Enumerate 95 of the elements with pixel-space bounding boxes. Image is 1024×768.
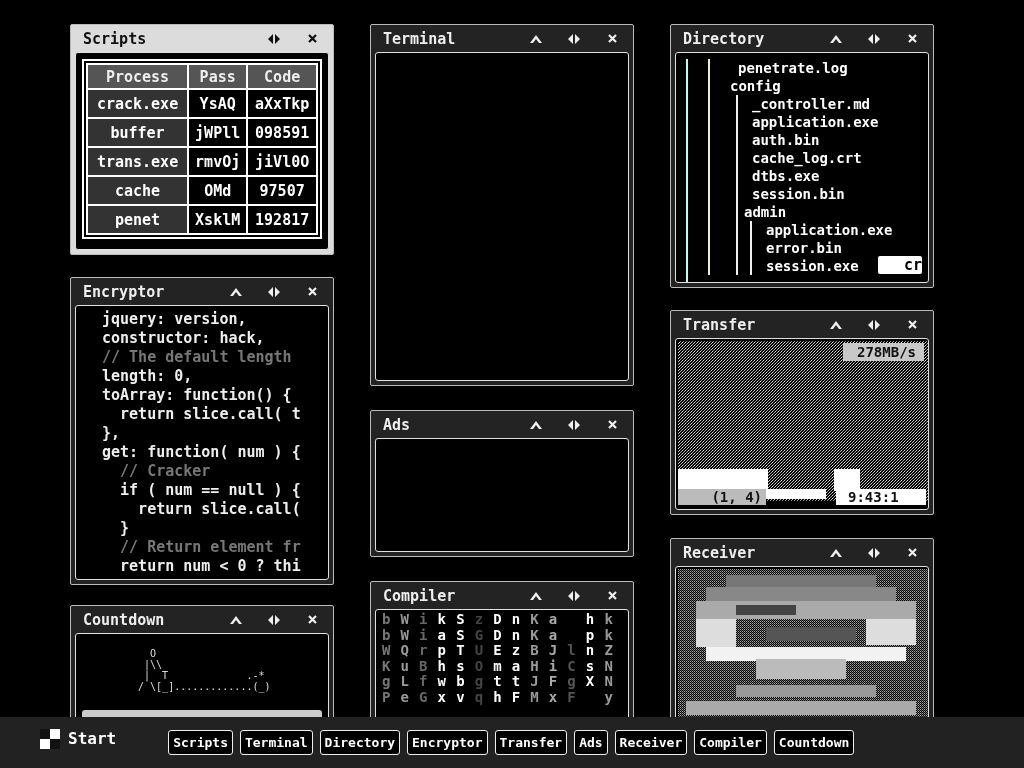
taskbar-button[interactable]: Receiver xyxy=(614,730,688,755)
taskbar-button[interactable]: Encryptor xyxy=(407,730,488,755)
code-line: length: 0, xyxy=(102,367,194,386)
column-header: Process xyxy=(87,64,189,89)
table-cell: OMd xyxy=(188,176,248,205)
left-right-arrows-icon xyxy=(568,590,580,601)
table-cell: cache xyxy=(87,176,189,205)
code-line: if ( num == null ) { xyxy=(119,481,302,500)
code-line: constructor: hack, xyxy=(102,329,266,348)
close-icon xyxy=(607,591,617,600)
code-line: get: function( num ) { xyxy=(102,443,302,462)
code-line: toArray: function() { xyxy=(102,386,293,405)
close-icon xyxy=(307,615,317,624)
file-name[interactable]: error.bin xyxy=(758,239,842,257)
table-cell: penet xyxy=(87,205,189,234)
close-icon xyxy=(607,420,617,429)
window-title: Scripts xyxy=(83,29,148,48)
caret-up-icon xyxy=(830,34,842,43)
code-comment: // The default length xyxy=(102,348,293,367)
left-right-arrows-icon xyxy=(268,33,280,44)
code-line: return num < 0 ? thi xyxy=(119,557,302,576)
taskbar-button[interactable]: Scripts xyxy=(168,730,233,755)
window-title: Countdown xyxy=(83,610,166,629)
column-header: Pass xyxy=(188,64,248,89)
table-cell: trans.exe xyxy=(87,147,189,176)
file-name[interactable]: cache_log.crt xyxy=(744,149,862,167)
left-right-arrows-icon xyxy=(568,33,580,44)
left-right-arrows-icon xyxy=(868,547,880,558)
code-comment: // Cracker xyxy=(119,462,212,481)
taskbar-button[interactable]: Directory xyxy=(319,730,401,755)
window-title: Transfer xyxy=(683,315,757,334)
taskbar-button[interactable]: Terminal xyxy=(239,730,313,755)
table-cell: YsAQ xyxy=(188,89,248,118)
table-cell: crack.exe xyxy=(87,89,189,118)
file-name[interactable]: session.bin xyxy=(744,185,845,203)
caret-up-icon xyxy=(830,548,842,557)
folder-name[interactable]: admin xyxy=(744,203,787,221)
checker-icon xyxy=(40,728,60,749)
taskbar-button[interactable]: Compiler xyxy=(694,730,767,755)
code-line: return slice.call( t xyxy=(119,405,302,424)
code-line: } xyxy=(119,519,131,538)
caret-up-icon xyxy=(830,320,842,329)
folder-name[interactable]: config xyxy=(730,77,781,95)
left-right-arrows-icon xyxy=(268,614,280,625)
close-icon xyxy=(907,548,917,557)
table-cell: buffer xyxy=(87,118,189,147)
window-title: Encryptor xyxy=(83,282,166,301)
taskbar-button[interactable]: Transfer xyxy=(494,730,568,755)
table-cell: jiVl0O xyxy=(247,147,317,176)
file-name[interactable]: application.exe xyxy=(758,221,893,239)
table-cell: 97507 xyxy=(247,176,317,205)
taskbar-button[interactable]: Ads xyxy=(574,730,608,755)
left-right-arrows-icon xyxy=(868,33,880,44)
window-title: Compiler xyxy=(383,586,457,605)
close-icon xyxy=(607,34,617,43)
close-icon xyxy=(907,34,917,43)
label-tag: cr xyxy=(878,256,922,274)
left-right-arrows-icon xyxy=(868,319,880,330)
window-title: Receiver xyxy=(683,543,757,562)
caret-up-icon xyxy=(530,420,542,429)
file-name[interactable]: session.exe xyxy=(758,257,859,275)
table-cell: 192817 xyxy=(247,205,317,234)
window-title: Ads xyxy=(383,415,412,434)
column-header: Code xyxy=(247,64,317,89)
close-icon xyxy=(307,34,317,43)
close-icon xyxy=(907,320,917,329)
file-name[interactable]: _controller.md xyxy=(744,95,870,113)
left-right-arrows-icon xyxy=(568,419,580,430)
caret-up-icon xyxy=(230,615,242,624)
file-name[interactable]: auth.bin xyxy=(744,131,820,149)
table-cell: rmvOj xyxy=(188,147,248,176)
position-readout: (1, 4) xyxy=(678,489,766,505)
file-name[interactable]: dtbs.exe xyxy=(744,167,820,185)
caret-up-icon xyxy=(530,591,542,600)
caret-up-icon xyxy=(530,34,542,43)
window-title: Terminal xyxy=(383,29,457,48)
left-right-arrows-icon xyxy=(268,286,280,297)
window-title: Directory xyxy=(683,29,766,48)
time-readout: 9:43:1 xyxy=(836,489,926,505)
table-cell: jWPll xyxy=(188,118,248,147)
table-cell: XsklM xyxy=(188,205,248,234)
ascii-art: O |\\ | T .-* / \[_].............(_) xyxy=(137,648,272,692)
code-line: }, xyxy=(102,424,122,443)
code-comment: // Return element fr xyxy=(119,538,302,557)
code-line: return slice.call( xyxy=(137,500,302,519)
code-line: jquery: version, xyxy=(102,310,248,329)
start-button[interactable]: Start xyxy=(40,728,117,749)
table-cell: 098591 xyxy=(247,118,317,147)
caret-up-icon xyxy=(230,287,242,296)
taskbar-button[interactable]: Countdown xyxy=(773,730,855,755)
file-name[interactable]: penetrate.log xyxy=(730,59,848,77)
file-name[interactable]: application.exe xyxy=(744,113,879,131)
table-cell: aXxTkp xyxy=(247,89,317,118)
transfer-rate: 278MB/s xyxy=(843,343,924,361)
close-icon xyxy=(307,287,317,296)
